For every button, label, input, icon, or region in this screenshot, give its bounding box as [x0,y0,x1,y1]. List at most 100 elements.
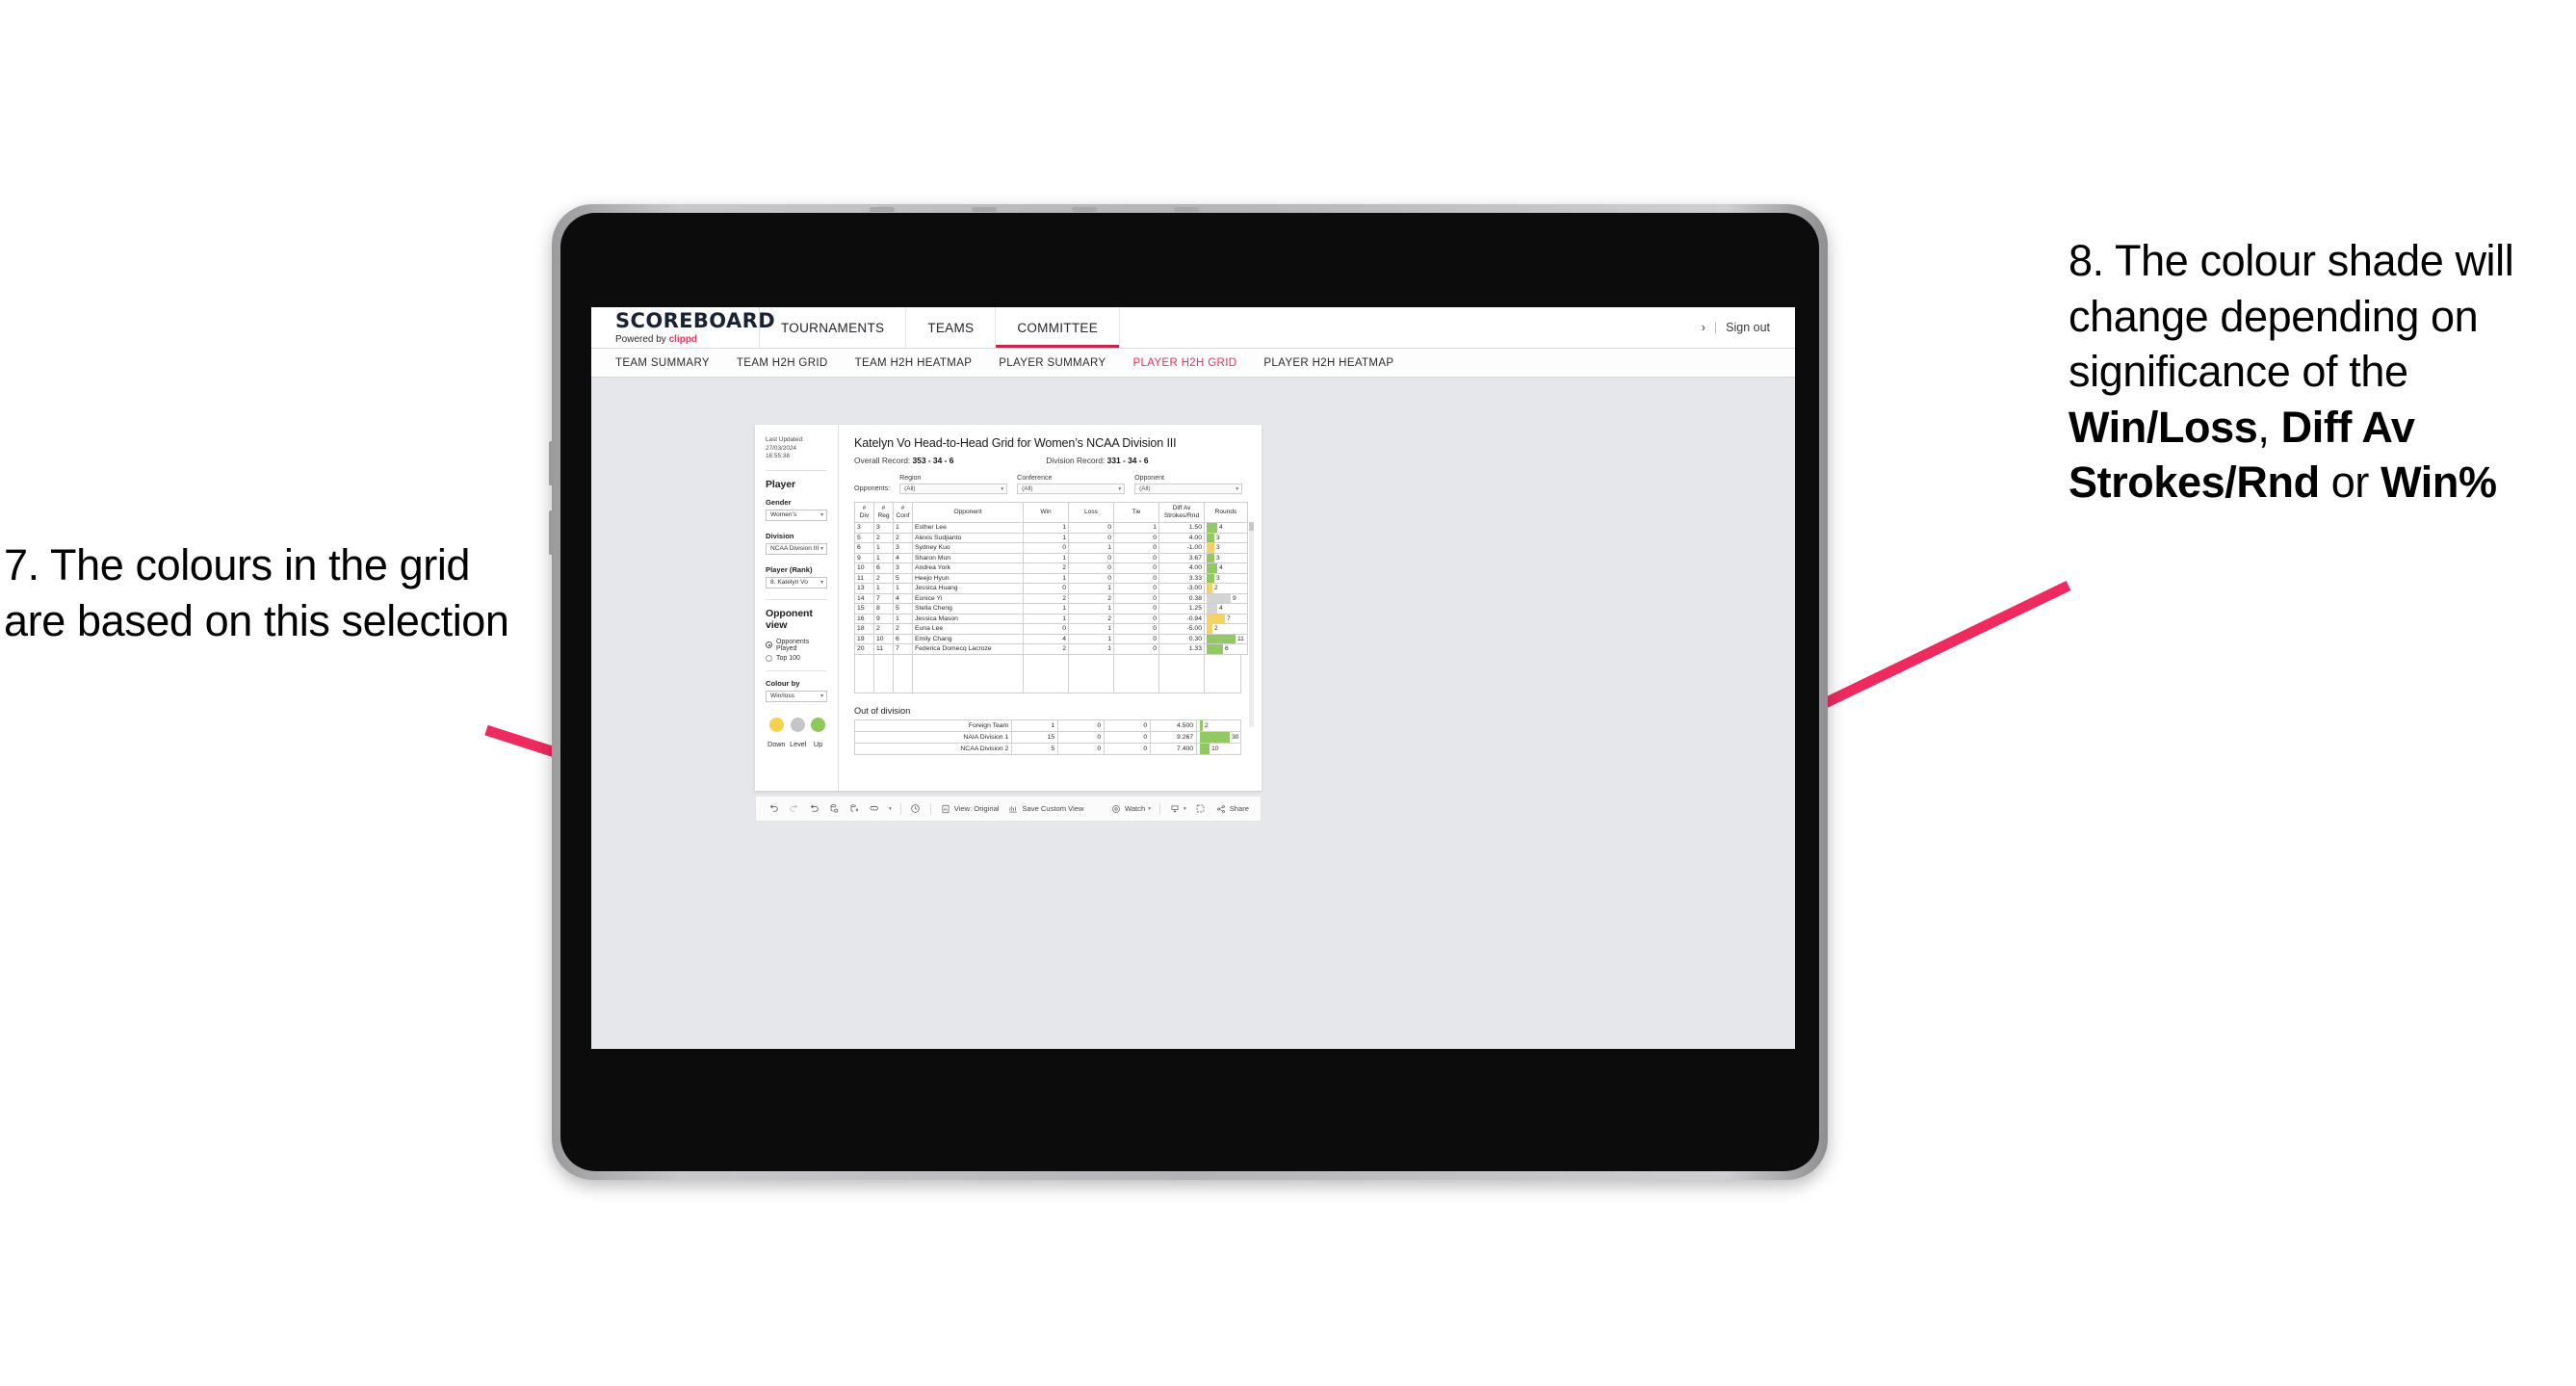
redo-icon[interactable] [788,803,799,815]
table-row[interactable]: 16 9 1 Jessica Mason 1 2 0 -0.94 7 [854,613,1248,624]
player-rank-select[interactable]: 8. Katelyn Vo ▾ [766,576,827,588]
division-label: Division [766,531,794,540]
cell-diff: -5.00 [1158,623,1205,635]
undo-icon[interactable] [768,803,779,815]
cell-name: NAIA Division 1 [853,730,1013,744]
conference-filter-select[interactable]: (All) ▾ [1017,484,1126,494]
subnav-item-team-h2h-heatmap[interactable]: TEAM H2H HEATMAP [855,357,973,369]
view-original-button[interactable]: View: Original [940,803,999,815]
subnav-item-team-summary[interactable]: TEAM SUMMARY [615,357,710,369]
table-row[interactable]: NAIA Division 1 15 0 0 9.267 30 [853,730,1241,744]
col-conf-l1: # [900,505,905,512]
col-header-loss[interactable]: Loss [1068,502,1114,523]
grid-header-row: # Div # Reg # Conf Opponent Win Loss Tie Di… [854,502,1248,523]
share-button[interactable]: Share [1215,803,1249,815]
subnav-item-team-h2h-grid[interactable]: TEAM H2H GRID [737,357,828,369]
chevron-down-icon[interactable]: ▾ [889,806,892,812]
cell-loss: 1 [1068,643,1114,655]
col-reg-l2: Reg [877,512,890,519]
volume-up-button[interactable] [549,441,553,485]
radio-opponents-played[interactable]: Opponents Played [766,639,827,652]
player-section-heading: Player [766,478,795,490]
fullscreen-icon[interactable] [1195,803,1207,815]
col-header-div[interactable]: # Div [854,502,874,523]
subnav-item-player-h2h-heatmap[interactable]: PLAYER H2H HEATMAP [1263,357,1393,369]
refresh-data-icon[interactable] [828,803,840,815]
table-row[interactable]: 15 8 5 Stella Cheng 1 1 0 1.25 4 [854,603,1248,615]
cell-reg: 9 [873,613,894,624]
table-row[interactable]: 11 2 5 Heejo Hyun 1 0 0 3.33 3 [854,572,1248,584]
subnav-item-player-summary[interactable]: PLAYER SUMMARY [999,357,1106,369]
cell-loss: 1 [1068,603,1114,615]
table-row[interactable]: 9 1 4 Sharon Mun 1 0 0 3.67 3 [854,552,1248,563]
annotation-left-text: 7. The colours in the grid are based on … [4,540,509,645]
cell-loss: 2 [1068,613,1114,624]
cell-rounds: 30 [1196,730,1241,744]
col-diff-l1: Diff Av [1172,505,1191,512]
table-row[interactable]: 14 7 4 Eunice Yi 2 2 0 0.38 9 [854,592,1248,604]
cell-win: 0 [1023,542,1069,554]
application-window: SCOREBOARD Powered by clippd TOURNAMENTS… [591,307,1795,1049]
sign-out-link[interactable]: Sign out [1726,321,1770,334]
col-header-conf[interactable]: # Conf [893,502,913,523]
volume-down-button[interactable] [549,510,553,555]
revert-icon[interactable] [808,803,820,815]
col-header-win[interactable]: Win [1023,502,1069,523]
out-of-division-body: Foreign Team 1 0 0 4.500 2 NAIA Division 1 15… [853,719,1241,755]
col-header-opponent[interactable]: Opponent [912,502,1024,523]
col-header-rounds[interactable]: Rounds [1204,502,1248,523]
table-row[interactable]: 20 11 7 Federica Domecq Lacroze 2 1 0 1.33 6 [854,643,1248,655]
download-button[interactable]: ▾ [1169,803,1186,815]
table-row[interactable]: 18 2 2 Euna Lee 0 1 0 -5.00 2 [854,623,1248,635]
subnav-item-player-h2h-grid[interactable]: PLAYER H2H GRID [1132,357,1236,369]
colour-by-value: Win/loss [770,693,794,700]
cell-div: 3 [854,522,874,534]
history-icon[interactable] [910,803,922,815]
radio-icon [766,641,772,649]
col-header-diff[interactable]: Diff Av Strokes/Rnd [1158,502,1205,523]
col-div-l2: Div [859,512,870,519]
legend-dot-up [810,717,825,732]
colour-by-select[interactable]: Win/loss ▾ [766,690,827,702]
table-row[interactable]: 19 10 6 Emily Chang 4 1 0 0.30 11 [854,633,1248,644]
cell-diff: 9.267 [1150,730,1198,744]
col-header-tie[interactable]: Tie [1113,502,1159,523]
table-row[interactable]: 13 1 1 Jessica Huang 0 1 0 -3.00 2 [854,583,1248,594]
slide-canvas: 7. The colours in the grid are based on … [0,0,2576,1386]
table-row[interactable]: 10 6 3 Andrea York 2 0 0 4.00 4 [854,562,1248,574]
table-row[interactable]: 3 3 1 Esther Lee 1 0 1 1.50 4 [854,522,1248,534]
watch-button[interactable]: Watch ▾ [1110,803,1151,815]
division-select[interactable]: NCAA Division III ▾ [766,542,827,555]
cell-win: 2 [1023,562,1069,574]
col-div-l1: # [862,505,867,512]
grid-scrollbar[interactable] [1249,522,1254,727]
cell-conf: 7 [893,643,913,655]
divider [1158,802,1160,815]
legend-item-up: Up [810,717,825,748]
chevron-right-icon[interactable]: › [1702,321,1705,334]
visualization-panel: Last Updated: 27/03/2024 16:55:38 Player… [755,425,1262,791]
table-row[interactable]: 5 2 2 Alexis Sudjianto 1 0 0 4.00 3 [854,532,1248,543]
table-row[interactable]: Foreign Team 1 0 0 4.500 2 [853,719,1241,732]
grid-scrollbar-thumb[interactable] [1249,522,1254,531]
save-custom-view-button[interactable]: Save Custom View [1007,803,1084,815]
radio-top-100[interactable]: Top 100 [766,654,827,662]
cell-div: 18 [854,623,874,635]
topnav-item-committee[interactable]: COMMITTEE [996,307,1121,348]
topnav-item-teams[interactable]: TEAMS [906,307,997,348]
opponent-filter-select[interactable]: (All) ▾ [1134,484,1243,494]
cell-diff: 0.30 [1158,633,1205,644]
col-conf-l2: Conf [896,512,910,519]
gender-select[interactable]: Women’s ▾ [766,509,827,521]
table-row[interactable]: 6 1 3 Sydney Kuo 0 1 0 -1.00 3 [854,542,1248,554]
topnav-item-tournaments[interactable]: TOURNAMENTS [760,307,907,348]
highlight-icon[interactable] [869,803,880,815]
table-row[interactable]: NCAA Division 2 5 0 0 7.400 10 [853,742,1241,755]
region-filter-select[interactable]: (All) ▾ [899,484,1008,494]
annotation-right-mid1: , [2257,402,2281,452]
cell-win: 4 [1023,633,1069,644]
col-header-reg[interactable]: # Reg [873,502,894,523]
pause-auto-update-icon[interactable] [848,803,860,815]
cell-diff: 3.67 [1158,552,1205,563]
annotation-right-mid2: or [2319,458,2381,508]
